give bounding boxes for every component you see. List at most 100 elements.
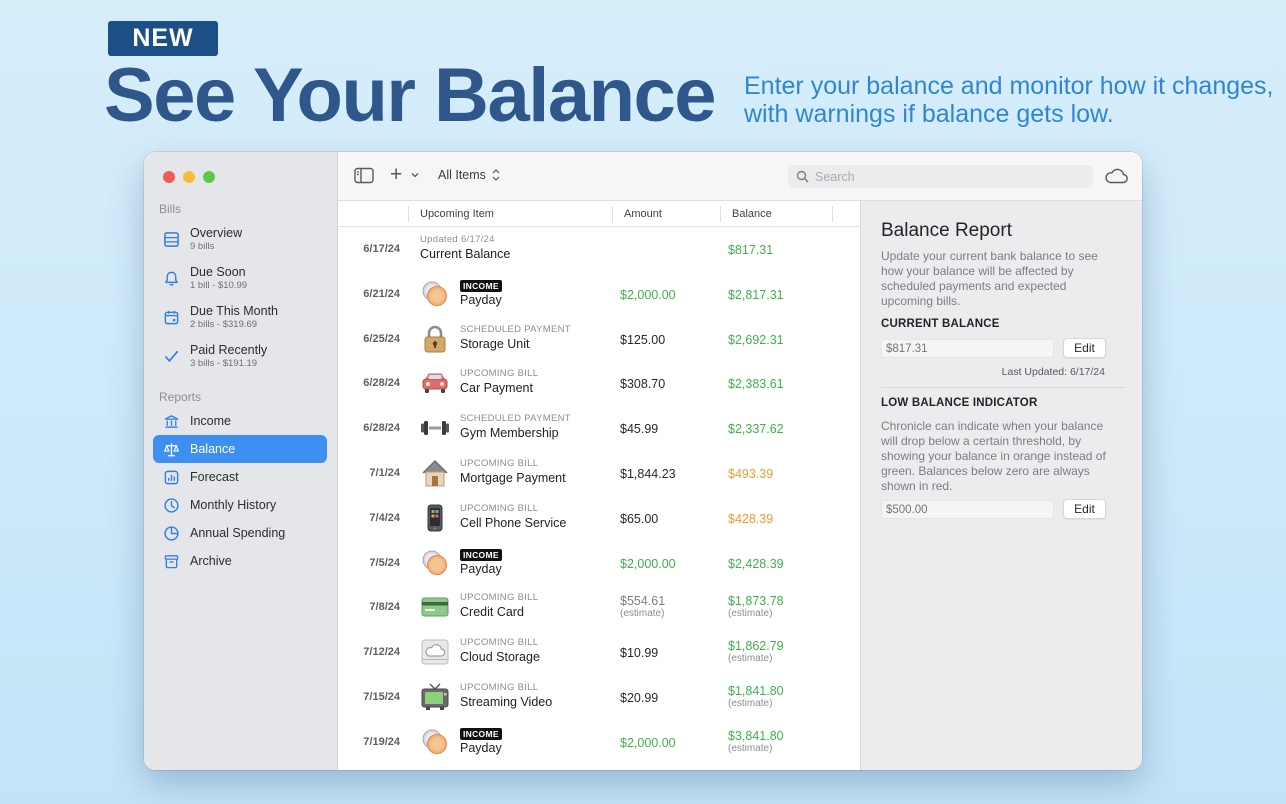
row-kicker: SCHEDULED PAYMENT [460,323,571,335]
sidebar-item-archive[interactable]: Archive [153,547,327,575]
estimate-note: (estimate) [728,608,773,620]
table-row[interactable]: 7/19/24 INCOME Payday $2,000.00 $3,841.80 (es… [338,720,860,765]
row-date: 7/5/24 [369,556,400,569]
sidebar-item-due-this-month[interactable]: Due This Month 2 bills - $319.69 [153,299,327,335]
row-date: 6/21/24 [363,287,400,300]
row-item: INCOME Payday [460,548,620,577]
balance-report-panel: Balance Report Update your current bank … [860,201,1142,770]
row-balance: $1,841.80 (estimate) [728,684,784,710]
table-row[interactable]: 7/1/24 UPCOMING BILL Mortgage Payment $1,84… [338,451,860,496]
tv-icon [420,682,450,712]
minimize-window-button[interactable] [183,171,195,183]
edit-low-balance-button[interactable]: Edit [1063,499,1106,519]
balance-value: $2,428.39 [728,556,784,571]
row-amount: $554.61 (estimate) [620,594,665,620]
edit-current-balance-button[interactable]: Edit [1063,338,1106,358]
search-field[interactable] [788,165,1093,188]
cloud-drive-icon [420,637,450,667]
cloud-sync-icon[interactable] [1103,166,1129,186]
row-name: Payday [460,561,502,576]
close-window-button[interactable] [163,171,175,183]
table-row[interactable]: 6/25/24 SCHEDULED PAYMENT Storage Unit $125… [338,317,860,362]
row-date: 6/25/24 [363,332,400,345]
row-amount: $65.00 [620,512,658,526]
amount-value: $2,000.00 [620,287,676,302]
chevron-down-icon[interactable] [411,171,419,179]
amount-value: $45.99 [620,422,659,437]
table-row[interactable]: 6/28/24 UPCOMING BILL Car Payment $308.70 $2… [338,361,860,406]
row-amount: $20.99 [620,691,658,705]
filter-select[interactable]: All Items [438,168,486,182]
table-row[interactable]: 6/21/24 INCOME Payday $2,000.00 $2,817.31 [338,272,860,317]
estimate-note: (estimate) [728,653,773,665]
sidebar-item-label: Due This Month [190,303,279,318]
row-name: Gym Membership [460,426,559,441]
scale-icon [161,439,181,459]
upcoming-table: Upcoming Item Amount Balance 6/17/24 Upda… [338,201,860,770]
sidebar-item-paid-recently[interactable]: Paid Recently 3 bills - $191.19 [153,338,327,374]
amount-value: $2,000.00 [620,556,676,571]
credit-card-icon [420,592,450,622]
checkmark-icon [161,346,181,366]
sidebar-section-reports: Reports [159,390,202,404]
sidebar-item-label: Paid Recently [190,342,268,357]
sidebar-item-annual-spending[interactable]: Annual Spending [153,519,327,547]
zoom-window-button[interactable] [203,171,215,183]
estimate-note: (estimate) [728,697,773,709]
row-date: 6/28/24 [363,422,400,435]
table-row[interactable]: 6/28/24 SCHEDULED PAYMENT Gym Membership $4… [338,406,860,451]
last-updated-label: Last Updated: 6/17/24 [1001,366,1105,378]
row-kicker: UPCOMING BILL [460,368,539,380]
amount-value: $308.70 [620,377,666,392]
search-input[interactable] [815,169,1075,184]
bell-icon [161,268,181,288]
low-balance-description: Chronicle can indicate when your balance… [881,419,1106,493]
low-balance-threshold-field[interactable] [881,500,1054,519]
row-name: Car Payment [460,381,533,396]
sidebar-toggle-icon[interactable] [354,167,374,184]
table-row[interactable]: 7/4/24 UPCOMING BILL Cell Phone Service $65… [338,496,860,541]
table-row[interactable]: 7/5/24 INCOME Payday $2,000.00 $2,428.39 [338,541,860,586]
row-name: Current Balance [420,247,511,261]
table-row[interactable]: 6/17/24 Updated 6/17/24 Current Balance $81… [338,227,860,272]
row-date: 7/4/24 [369,511,400,524]
coins-icon [420,279,450,309]
amount-value: $2,000.00 [620,735,676,750]
table-row[interactable]: 7/8/24 UPCOMING BILL Credit Card $554.61 (es… [338,585,860,630]
sidebar-item-label: Forecast [190,469,239,484]
row-item: UPCOMING BILL Cloud Storage [460,637,620,665]
column-header-amount[interactable]: Amount [624,208,662,220]
sidebar-item-due-soon[interactable]: Due Soon 1 bill - $10.99 [153,260,327,296]
sidebar-item-balance[interactable]: Balance [153,435,327,463]
estimate-note: (estimate) [620,608,665,620]
table-row[interactable]: 7/15/24 UPCOMING BILL Streaming Video $20.9… [338,675,860,720]
column-header-balance[interactable]: Balance [732,208,772,220]
row-balance: $428.39 [728,512,773,526]
row-balance: $817.31 [728,243,773,257]
list-icon [161,229,181,249]
new-badge: NEW [108,21,218,56]
row-name: Storage Unit [460,336,530,351]
calendar-icon [161,307,181,327]
low-balance-heading: LOW BALANCE INDICATOR [881,397,1038,409]
sidebar-item-income[interactable]: Income [153,407,327,435]
balance-value: $428.39 [728,511,774,526]
row-name: Cell Phone Service [460,515,567,530]
sidebar-item-forecast[interactable]: Forecast [153,463,327,491]
table-row[interactable]: 7/12/24 UPCOMING BILL Cloud Storage $10.99 $… [338,630,860,675]
current-balance-field[interactable] [881,339,1054,358]
search-icon [796,170,809,183]
sidebar-item-monthly-history[interactable]: Monthly History [153,491,327,519]
bank-icon [161,411,181,431]
row-amount: $1,844.23 [620,467,676,481]
row-item: UPCOMING BILL Credit Card [460,592,620,620]
add-icon[interactable]: + [390,164,402,185]
row-amount: $10.99 [620,646,658,660]
balance-value: $1,873.78 [728,594,784,609]
sidebar-item-overview[interactable]: Overview 9 bills [153,221,327,257]
car-icon [420,368,450,398]
row-amount: $125.00 [620,333,665,347]
income-badge: INCOME [460,548,502,561]
up-down-chevron-icon[interactable] [492,167,500,183]
column-header-item[interactable]: Upcoming Item [420,208,494,220]
